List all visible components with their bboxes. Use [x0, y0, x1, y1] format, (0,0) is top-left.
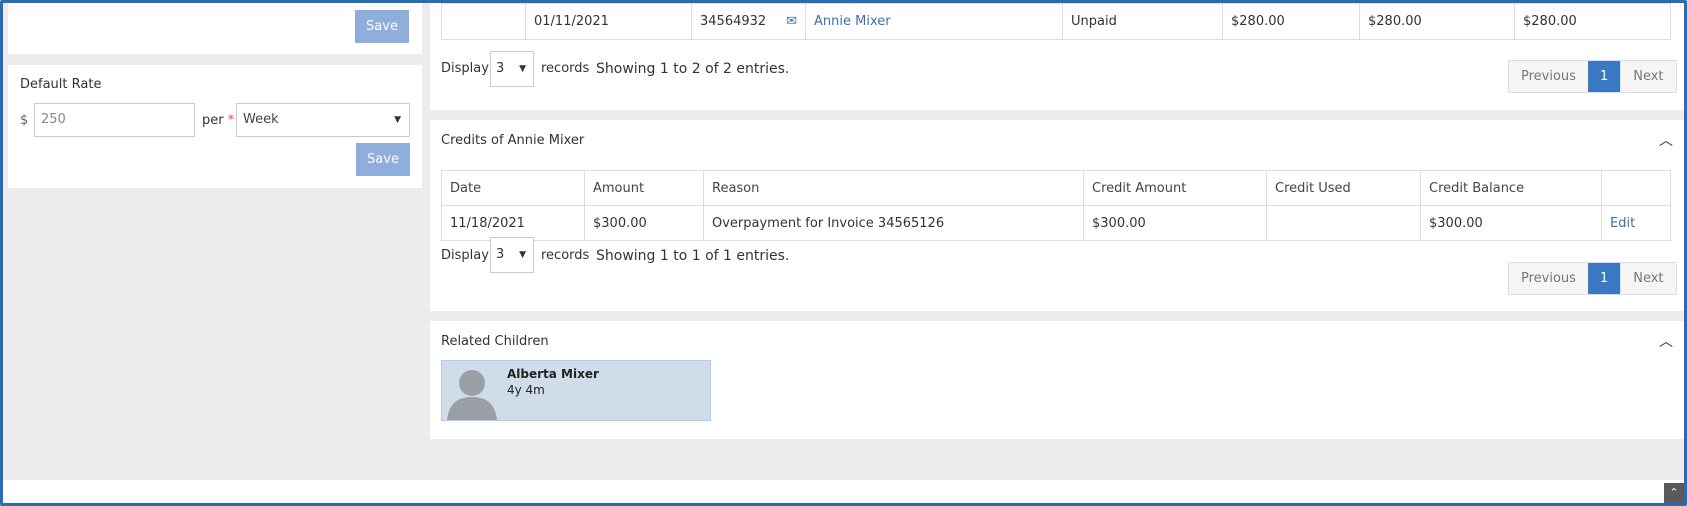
records-per-page-value: 3	[496, 61, 505, 76]
edit-credit-link[interactable]: Edit	[1610, 216, 1635, 231]
pagination-page-1[interactable]: 1	[1587, 61, 1621, 92]
dropdown-caret-icon: ▼	[394, 115, 401, 125]
child-card[interactable]: Alberta Mixer 4y 4m	[441, 360, 711, 421]
credit-balance: $300.00	[1420, 205, 1602, 241]
chevron-up-icon[interactable]: ︿	[1659, 130, 1673, 150]
table-header-row: Date Amount Reason Credit Amount Credit …	[441, 170, 1671, 206]
default-rate-panel: Default Rate $ 250 per * Week ▼ Save	[8, 65, 422, 188]
credits-title: Credits of Annie Mixer	[441, 133, 585, 148]
footer-area	[3, 480, 1684, 503]
credit-date: 11/18/2021	[441, 205, 585, 241]
settings-panel-top: Save	[8, 3, 422, 54]
related-children-panel: Related Children ︿ Alberta Mixer 4y 4m	[430, 321, 1684, 439]
rate-period-select[interactable]: Week ▼	[236, 103, 410, 137]
pagination-page-1[interactable]: 1	[1587, 263, 1621, 294]
credit-amount: $300.00	[584, 205, 704, 241]
credit-credit-amount: $300.00	[1083, 205, 1267, 241]
entries-summary: Showing 1 to 2 of 2 entries.	[596, 61, 790, 77]
child-name: Alberta Mixer	[507, 367, 599, 381]
dropdown-caret-icon: ▼	[519, 250, 526, 260]
required-mark: *	[227, 113, 235, 128]
pagination-previous[interactable]: Previous	[1509, 263, 1588, 294]
child-age: 4y 4m	[507, 383, 545, 397]
column-header	[1601, 170, 1671, 206]
pagination-next[interactable]: Next	[1620, 263, 1676, 294]
dropdown-caret-icon: ▼	[519, 64, 526, 74]
display-label: Display	[441, 61, 489, 76]
save-button[interactable]: Save	[355, 10, 409, 43]
column-header: Reason	[703, 170, 1084, 206]
entries-summary: Showing 1 to 1 of 1 entries.	[596, 248, 790, 264]
currency-symbol: $	[20, 113, 29, 128]
invoice-number-cell: 34564932 ✉	[691, 3, 806, 40]
column-header: Credit Amount	[1083, 170, 1267, 206]
envelope-icon[interactable]: ✉	[786, 14, 797, 29]
app-frame: Save Default Rate $ 250 per * Week ▼ Sav…	[0, 0, 1687, 506]
invoice-number: 34564932	[700, 14, 767, 29]
per-label: per *	[202, 113, 234, 128]
per-text: per	[202, 113, 224, 128]
records-label: records	[541, 248, 590, 263]
pagination-next[interactable]: Next	[1620, 61, 1676, 92]
chevron-up-icon[interactable]: ︿	[1659, 331, 1673, 351]
pagination-previous[interactable]: Previous	[1509, 61, 1588, 92]
records-per-page-value: 3	[496, 247, 505, 262]
invoices-panel: 01/11/2021 34564932 ✉ Annie Mixer Unpaid…	[430, 3, 1684, 110]
invoices-table: 01/11/2021 34564932 ✉ Annie Mixer Unpaid…	[441, 3, 1671, 40]
display-label: Display	[441, 248, 489, 263]
column-header: Credit Balance	[1420, 170, 1602, 206]
related-children-title: Related Children	[441, 334, 549, 349]
column-header: Amount	[584, 170, 704, 206]
column-header: Credit Used	[1266, 170, 1421, 206]
records-per-page-select[interactable]: 3 ▼	[490, 51, 534, 87]
table-row: 01/11/2021 34564932 ✉ Annie Mixer Unpaid…	[441, 3, 1671, 40]
pagination: Previous 1 Next	[1508, 262, 1677, 295]
credits-table: Date Amount Reason Credit Amount Credit …	[441, 170, 1671, 241]
credits-panel: Credits of Annie Mixer ︿ Date Amount Rea…	[430, 120, 1684, 311]
rate-amount-input[interactable]: 250	[34, 103, 195, 137]
invoice-name-cell: Annie Mixer	[805, 3, 1063, 40]
invoice-cell-empty	[441, 3, 526, 40]
rate-period-value: Week	[243, 112, 279, 127]
pagination: Previous 1 Next	[1508, 60, 1677, 93]
records-per-page-select[interactable]: 3 ▼	[490, 237, 534, 273]
invoice-amount: $280.00	[1222, 3, 1360, 40]
invoice-date: 01/11/2021	[525, 3, 692, 40]
records-label: records	[541, 61, 590, 76]
default-rate-save-button[interactable]: Save	[356, 143, 410, 176]
credit-used	[1266, 205, 1421, 241]
table-row: 11/18/2021 $300.00 Overpayment for Invoi…	[441, 205, 1671, 241]
invoice-name-link[interactable]: Annie Mixer	[814, 14, 891, 29]
default-rate-title: Default Rate	[20, 77, 102, 92]
column-header: Date	[441, 170, 585, 206]
invoice-balance: $280.00	[1514, 3, 1671, 40]
credit-reason: Overpayment for Invoice 34565126	[703, 205, 1084, 241]
avatar-icon	[447, 370, 497, 420]
credit-action-cell: Edit	[1601, 205, 1671, 241]
invoice-paid: $280.00	[1359, 3, 1515, 40]
double-chevron-up-icon[interactable]: ⌃	[1664, 483, 1684, 503]
invoice-status: Unpaid	[1062, 3, 1223, 40]
